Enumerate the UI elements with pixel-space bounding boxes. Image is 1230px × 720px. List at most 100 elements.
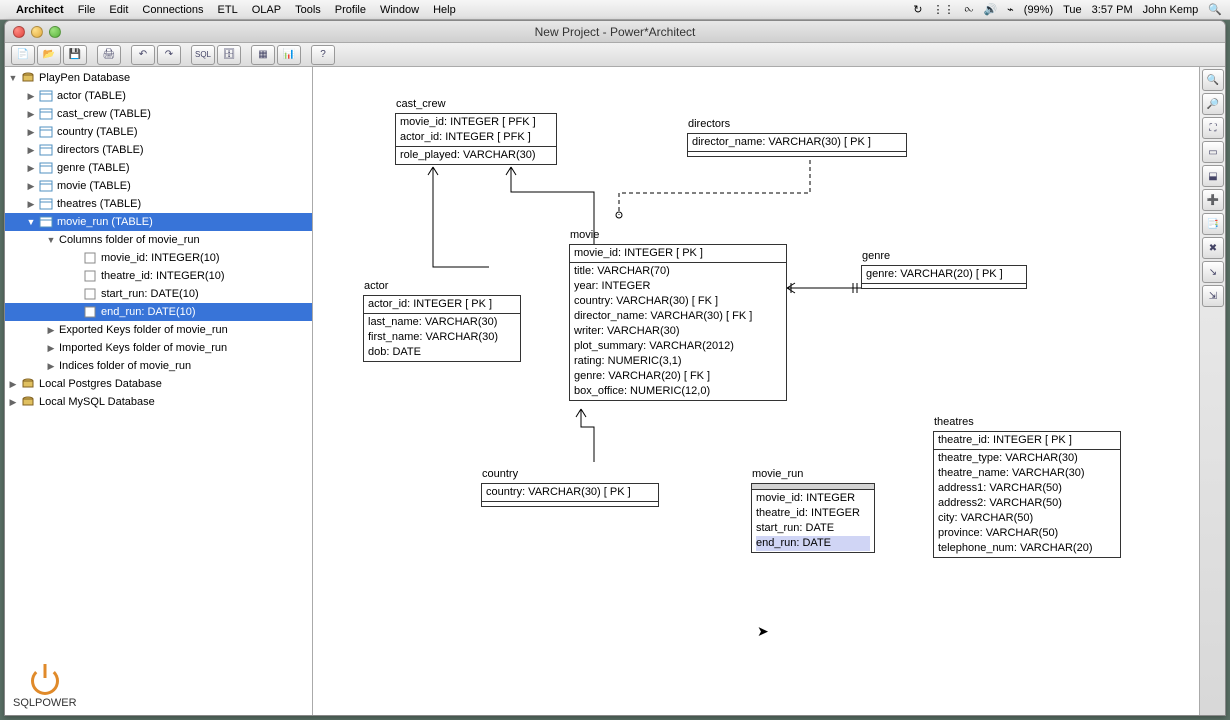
tree-table[interactable]: ▶movie (TABLE) <box>5 177 312 195</box>
entity-col-selected[interactable]: end_run: DATE <box>756 536 870 551</box>
tree-db-playpen[interactable]: ▼ PlayPen Database <box>5 69 312 87</box>
entity-col[interactable]: last_name: VARCHAR(30) <box>368 315 516 330</box>
entity-col[interactable]: rating: NUMERIC(3,1) <box>574 354 782 369</box>
disclosure-icon[interactable]: ▶ <box>25 109 37 120</box>
entity-col[interactable]: genre: VARCHAR(20) [ FK ] <box>574 369 782 384</box>
entity-col[interactable]: genre: VARCHAR(20) [ PK ] <box>866 267 1022 282</box>
menu-olap[interactable]: OLAP <box>252 4 281 16</box>
app-name[interactable]: Architect <box>16 4 64 16</box>
tree-col[interactable]: start_run: DATE(10) <box>5 285 312 303</box>
entity-col[interactable]: dob: DATE <box>368 345 516 360</box>
menu-edit[interactable]: Edit <box>109 4 128 16</box>
entity-col[interactable]: director_name: VARCHAR(30) [ PK ] <box>692 135 902 150</box>
disclosure-icon[interactable]: ▶ <box>25 91 37 102</box>
entity-col[interactable]: movie_id: INTEGER [ PK ] <box>574 246 782 261</box>
entity-directors[interactable]: directors director_name: VARCHAR(30) [ P… <box>687 133 907 157</box>
entity-col[interactable]: start_run: DATE <box>756 521 870 536</box>
entity-cast-crew[interactable]: cast_crew movie_id: INTEGER [ PFK ] acto… <box>395 113 557 165</box>
tree-table[interactable]: ▶theatres (TABLE) <box>5 195 312 213</box>
menu-file[interactable]: File <box>78 4 96 16</box>
disclosure-icon[interactable]: ▼ <box>7 73 19 83</box>
menubar[interactable]: Architect File Edit Connections ETL OLAP… <box>0 0 1230 20</box>
tb-db[interactable]: 🗄 <box>217 45 241 65</box>
rtb-add-table[interactable]: ➕ <box>1202 189 1224 211</box>
tb-save[interactable]: 💾 <box>63 45 87 65</box>
disclosure-icon[interactable]: ▶ <box>25 163 37 174</box>
menu-tools[interactable]: Tools <box>295 4 321 16</box>
entity-col[interactable]: role_played: VARCHAR(30) <box>400 148 552 163</box>
disclosure-icon[interactable]: ▶ <box>7 379 19 390</box>
clock-time[interactable]: 3:57 PM <box>1092 4 1133 16</box>
tb-print[interactable]: 🖨 <box>97 45 121 65</box>
entity-col[interactable]: director_name: VARCHAR(30) [ FK ] <box>574 309 782 324</box>
diagram-canvas[interactable]: cast_crew movie_id: INTEGER [ PFK ] acto… <box>313 67 1199 715</box>
entity-col[interactable]: actor_id: INTEGER [ PFK ] <box>400 130 552 145</box>
disclosure-icon[interactable]: ▼ <box>25 217 37 227</box>
tb-undo[interactable]: ↶ <box>131 45 155 65</box>
tree-table[interactable]: ▶country (TABLE) <box>5 123 312 141</box>
entity-genre[interactable]: genre genre: VARCHAR(20) [ PK ] <box>861 265 1027 289</box>
entity-col[interactable]: country: VARCHAR(30) [ FK ] <box>574 294 782 309</box>
rtb-zoom-out[interactable]: 🔎 <box>1202 93 1224 115</box>
clock-day[interactable]: Tue <box>1063 4 1082 16</box>
entity-col[interactable]: theatre_type: VARCHAR(30) <box>938 451 1116 466</box>
rtb-zoom-fit[interactable]: ⛶ <box>1202 117 1224 139</box>
tb-grid[interactable]: ▦ <box>251 45 275 65</box>
entity-col[interactable]: plot_summary: VARCHAR(2012) <box>574 339 782 354</box>
menu-window[interactable]: Window <box>380 4 419 16</box>
entity-country[interactable]: country country: VARCHAR(30) [ PK ] <box>481 483 659 507</box>
entity-col[interactable]: movie_id: INTEGER [ PFK ] <box>400 115 552 130</box>
tree-db[interactable]: ▶Local MySQL Database <box>5 393 312 411</box>
disclosure-icon[interactable]: ▶ <box>25 145 37 156</box>
entity-movie[interactable]: movie movie_id: INTEGER [ PK ] title: VA… <box>569 244 787 401</box>
volume-icon[interactable]: 🔊 <box>983 3 997 16</box>
timemachine-icon[interactable]: ↻ <box>913 3 922 16</box>
entity-col[interactable]: title: VARCHAR(70) <box>574 264 782 279</box>
entity-col[interactable]: first_name: VARCHAR(30) <box>368 330 516 345</box>
entity-theatres[interactable]: theatres theatre_id: INTEGER [ PK ] thea… <box>933 431 1121 558</box>
rtb-zoom-sel[interactable]: ▭ <box>1202 141 1224 163</box>
tree-folder[interactable]: ▶Exported Keys folder of movie_run <box>5 321 312 339</box>
disclosure-icon[interactable]: ▶ <box>45 361 57 372</box>
menu-help[interactable]: Help <box>433 4 456 16</box>
tree-table-movie-run[interactable]: ▼ movie_run (TABLE) <box>5 213 312 231</box>
tree-db[interactable]: ▶Local Postgres Database <box>5 375 312 393</box>
tb-new[interactable]: 📄 <box>11 45 35 65</box>
entity-col[interactable]: address1: VARCHAR(50) <box>938 481 1116 496</box>
tree-table[interactable]: ▶genre (TABLE) <box>5 159 312 177</box>
entity-col[interactable]: theatre_id: INTEGER [ PK ] <box>938 433 1116 448</box>
entity-col[interactable]: telephone_num: VARCHAR(20) <box>938 541 1116 556</box>
bluetooth-icon[interactable]: ⋮⋮ <box>933 3 955 16</box>
wifi-icon[interactable]: ⧜ <box>965 3 974 16</box>
tree-col[interactable]: theatre_id: INTEGER(10) <box>5 267 312 285</box>
tb-chart[interactable]: 📊 <box>277 45 301 65</box>
battery-icon[interactable]: ⌁ <box>1007 3 1014 16</box>
rtb-rel2[interactable]: ⇲ <box>1202 285 1224 307</box>
rtb-layout[interactable]: ⬓ <box>1202 165 1224 187</box>
entity-col[interactable]: writer: VARCHAR(30) <box>574 324 782 339</box>
rtb-delete[interactable]: ✖ <box>1202 237 1224 259</box>
disclosure-icon[interactable]: ▶ <box>7 397 19 408</box>
zoom-button[interactable] <box>49 26 61 38</box>
disclosure-icon[interactable]: ▶ <box>25 181 37 192</box>
entity-col[interactable]: year: INTEGER <box>574 279 782 294</box>
tree-table[interactable]: ▶actor (TABLE) <box>5 87 312 105</box>
tree-cols-folder[interactable]: ▼ Columns folder of movie_run <box>5 231 312 249</box>
tb-help[interactable]: ? <box>311 45 335 65</box>
menu-connections[interactable]: Connections <box>142 4 203 16</box>
tree-col[interactable]: movie_id: INTEGER(10) <box>5 249 312 267</box>
entity-movie-run[interactable]: movie_run movie_id: INTEGER theatre_id: … <box>751 483 875 553</box>
entity-col[interactable]: box_office: NUMERIC(12,0) <box>574 384 782 399</box>
menu-etl[interactable]: ETL <box>218 4 238 16</box>
entity-col[interactable]: city: VARCHAR(50) <box>938 511 1116 526</box>
disclosure-icon[interactable]: ▼ <box>45 235 57 245</box>
disclosure-icon[interactable]: ▶ <box>45 325 57 336</box>
titlebar[interactable]: New Project - Power*Architect <box>5 21 1225 43</box>
entity-actor[interactable]: actor actor_id: INTEGER [ PK ] last_name… <box>363 295 521 362</box>
tb-redo[interactable]: ↷ <box>157 45 181 65</box>
menu-profile[interactable]: Profile <box>335 4 366 16</box>
rtb-add-col[interactable]: 📑 <box>1202 213 1224 235</box>
tree-table[interactable]: ▶cast_crew (TABLE) <box>5 105 312 123</box>
disclosure-icon[interactable]: ▶ <box>25 127 37 138</box>
tree-col-end-run[interactable]: end_run: DATE(10) <box>5 303 312 321</box>
